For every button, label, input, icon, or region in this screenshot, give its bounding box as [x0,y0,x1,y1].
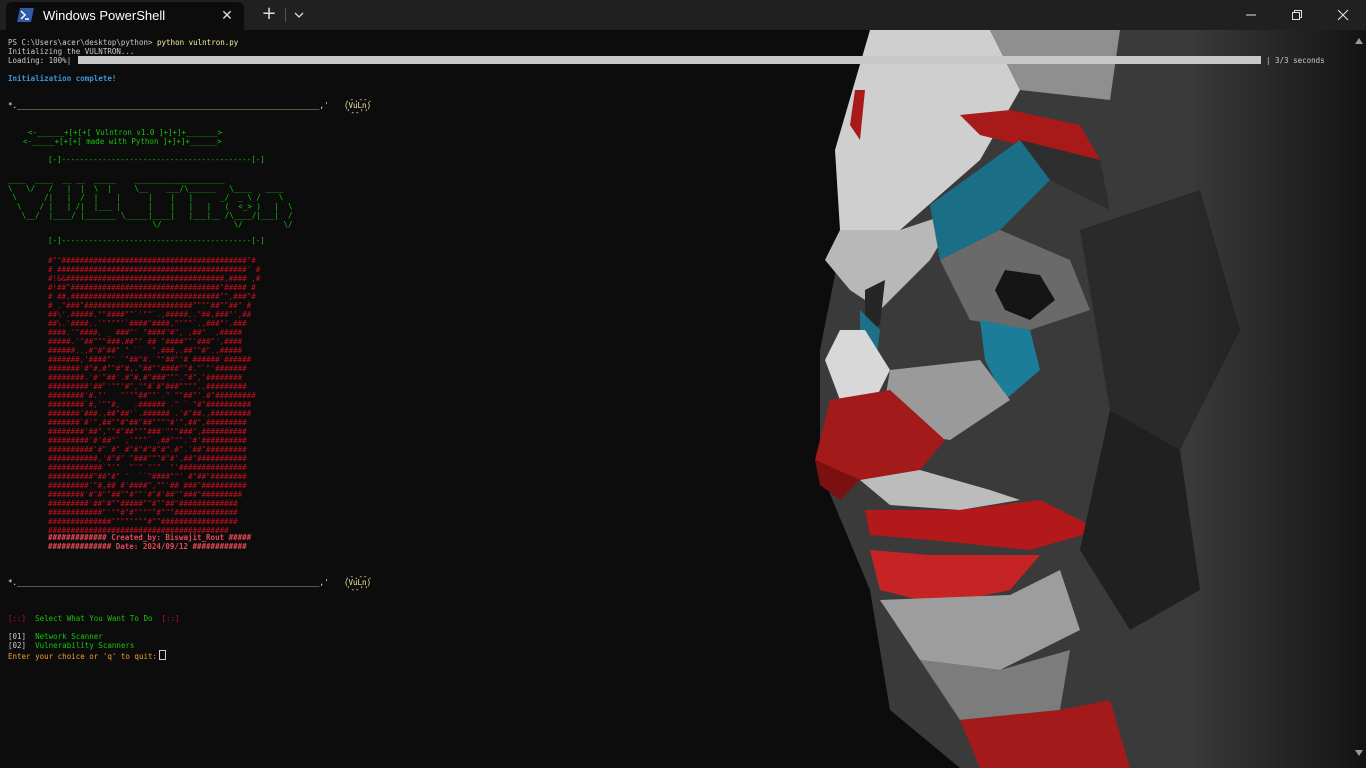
date-line: ############## Date: 2024/09/12 ########… [48,542,247,551]
menu-option[interactable]: [02] Vulnerability Scanners [8,641,134,650]
ascii-art-line: #######'###.,##"##'`.###### .'#"##.,####… [48,409,252,418]
terminal-output[interactable]: PS C:\Users\acer\desktop\python> python … [8,38,1348,763]
ascii-art-line: #!##"#################################"#… [48,283,256,292]
frame-line-top: [-]-------------------------------------… [48,155,265,164]
command-line: PS C:\Users\acer\desktop\python> python … [8,38,238,47]
scrollbar[interactable] [1352,30,1366,768]
ascii-art-line: #####.'"##"""###.##"" ## "####""'###"',#… [48,337,243,346]
minimize-button[interactable] [1228,0,1274,30]
restore-icon [1292,10,1302,20]
divider-top: *.______________________________________… [8,101,329,110]
ascii-art-line: #######,'####"' `"##"#.`""##"'# ######`#… [48,355,252,364]
vuln-badge-bottom: '--'' [346,108,369,117]
ascii-art-line: ####.'"####, _ ###"' "####"#", ,##" ,###… [48,328,243,337]
progress-bar [78,56,1261,64]
divider-bottom: *.______________________________________… [8,578,329,587]
option-number: [01] [8,632,27,641]
divider [285,8,286,22]
input-prompt: Enter your choice or 'q' to quit: [8,652,158,661]
ascii-art-line: ##\'.#####.""####""`'""`.,#####,."##,###… [48,310,252,319]
ascii-art-line: ##########"##"#" ' ``"####""' #"##"#####… [48,472,247,481]
powershell-icon [17,8,34,22]
ascii-art-line: # ,"###"########################""""##""… [48,301,252,310]
ascii-art-line: #######'#"#,#""#"#,."##""####""#."`"'###… [48,364,247,373]
banner-line: \ /| | / | | | | | _/ _ \ / \ [8,193,284,202]
close-window-button[interactable] [1320,0,1366,30]
close-icon[interactable]: ✕ [218,7,236,25]
banner-line: \ \/ / | | \ | \__ ___/\______ \____ ___… [8,184,284,193]
chevron-down-icon[interactable] [290,5,308,25]
vuln-badge-bottom: '--'' [346,585,369,594]
scroll-down-icon [1355,750,1363,756]
command: python vulntron.py [157,38,239,47]
option-number: [02] [8,641,27,650]
loading-suffix: | 3/3 seconds [1266,56,1325,65]
frame-line-bottom: [-]-------------------------------------… [48,236,265,245]
menu-title: Select What You Want To Do [35,614,153,623]
tab-powershell[interactable]: Windows PowerShell ✕ [6,2,244,30]
menu-option[interactable]: [01] Network Scanner [8,632,103,641]
banner-line: \__/ |____/ |_______ \_____|____| |___|_… [8,211,293,220]
menu-suffix: [::] [161,614,180,623]
ascii-art-line: ##\.'####,.'""""'`####"####,""""`.,###"'… [48,319,247,328]
ascii-art-line: ##############""""""""#""###############… [48,517,238,526]
banner-line: \ / | | /| |___ | | | | | ( <_> ) | \ [8,202,293,211]
plus-icon[interactable]: + [258,5,280,25]
close-icon [1337,9,1349,21]
banner-line: \/ \/ \/ [8,220,293,229]
ascii-art-line: # ######################################… [48,265,261,274]
ascii-art-line: ########'#."' "'""##""'." ""##"'.#"#####… [48,391,256,400]
ascii-art-line: #!&&###################################,… [48,274,261,283]
ascii-art-line: ##########'#" #" #"#"#"#"#".#".'##"#####… [48,445,247,454]
banner-line: ____ ____ __ __ _____ __________________… [8,175,225,184]
option-label: Vulnerability Scanners [35,641,135,650]
ascii-art-line: #########'##"'""'#",""#`#"###"""".,#####… [48,382,247,391]
ascii-art-line: ########`#,'""#, .###### ." ` "#"#######… [48,400,252,409]
ascii-art-line: #######`#'",##""#"##"##""""#'",##",#####… [48,418,247,427]
minimize-icon [1246,14,1256,16]
ascii-art-line: #########'#'##"` ,'"""` ,##""".'#'######… [48,436,247,445]
loading-label: Loading: 100%| [8,56,72,65]
created-by: ############# Created_by: Biswajit_Rout … [48,533,252,542]
ascii-art-line: ######..,#"#"##" " `` ",###,.##""#".,###… [48,346,243,355]
ascii-art-line: #""#####################################… [48,256,256,265]
tab-title: Windows PowerShell [43,8,166,23]
init-complete: Initialization complete! [8,74,117,83]
menu-title-line: [::] Select What You Want To Do [::] [8,614,180,623]
init-line: Initializing the VULNTRON... [8,47,135,56]
ascii-art-line: ########'##",""#"##"""###'"""###",######… [48,427,247,436]
ascii-art-line: #########'##"#""#####""#""##"###########… [48,499,238,508]
text-cursor[interactable] [159,650,167,660]
ascii-art-line: ########'#"#""##""#""'#"#'##""###"######… [48,490,243,499]
python-line: <-_____+[+[+[ made with Python ]+]+]+___… [23,137,222,146]
ascii-art-line: ########.'#'"##'.#"#,#"###"""."#",'#####… [48,373,243,382]
prompt: PS C:\Users\acer\desktop\python> [8,38,153,47]
ascii-art-line: # ##,#################################""… [48,292,256,301]
ascii-art-line: ############"'""#"#"""""#"""############… [48,508,238,517]
restore-button[interactable] [1274,0,1320,30]
menu-prefix: [::] [8,614,27,623]
input-line[interactable]: Enter your choice or 'q' to quit: [8,650,167,661]
version-line: <-______+[+[+[ Vulntron v1.0 ]+]+]+_____… [28,128,223,137]
ascii-mask-art: #""#####################################… [48,256,260,535]
ascii-art-line: #########'"#,## #'####",""'## ###"######… [48,481,247,490]
ascii-art-line: ############`"'" "'" "'" "'#############… [48,463,247,472]
scroll-up-icon [1355,38,1363,44]
ascii-art-line: ###########,'#"#" "###"""#"#'.##"#######… [48,454,247,463]
title-bar: Windows PowerShell ✕ + [0,0,1366,30]
option-label: Network Scanner [35,632,103,641]
